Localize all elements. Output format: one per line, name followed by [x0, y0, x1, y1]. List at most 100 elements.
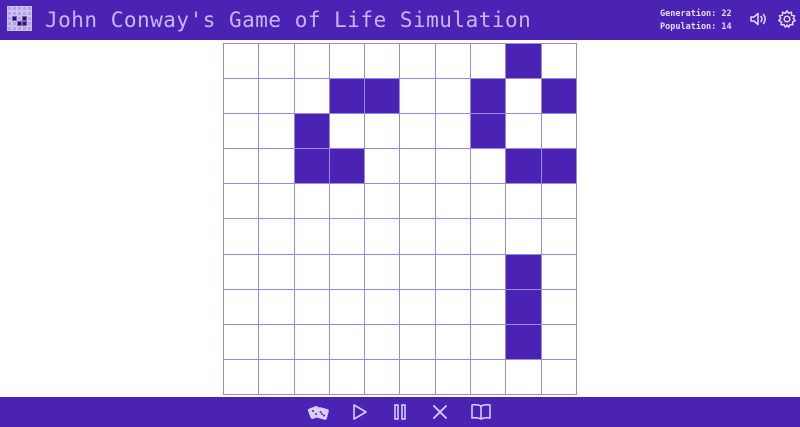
cell-dead[interactable]	[294, 254, 330, 290]
cell-dead[interactable]	[259, 44, 295, 80]
cell-dead[interactable]	[365, 44, 401, 80]
cell-dead[interactable]	[259, 324, 295, 360]
cell-dead[interactable]	[541, 114, 577, 150]
cell-dead[interactable]	[471, 289, 507, 325]
cell-dead[interactable]	[294, 324, 330, 360]
cell-dead[interactable]	[365, 289, 401, 325]
cell-dead[interactable]	[329, 324, 366, 360]
cell-alive[interactable]	[329, 79, 366, 115]
cell-dead[interactable]	[224, 149, 260, 185]
cell-dead[interactable]	[506, 184, 542, 220]
cell-dead[interactable]	[541, 44, 577, 80]
cell-dead[interactable]	[365, 254, 401, 290]
cell-dead[interactable]	[400, 149, 436, 185]
cell-dead[interactable]	[294, 44, 330, 80]
cell-dead[interactable]	[365, 114, 401, 150]
cell-dead[interactable]	[329, 254, 366, 290]
cell-dead[interactable]	[435, 79, 472, 115]
cell-dead[interactable]	[294, 289, 330, 325]
cell-dead[interactable]	[541, 324, 577, 360]
cell-dead[interactable]	[259, 254, 295, 290]
clear-icon[interactable]	[430, 402, 452, 422]
cell-dead[interactable]	[329, 114, 366, 150]
cell-dead[interactable]	[294, 79, 330, 115]
cell-alive[interactable]	[294, 114, 330, 150]
game-board[interactable]	[223, 43, 577, 395]
cell-dead[interactable]	[541, 289, 577, 325]
cell-alive[interactable]	[506, 324, 542, 360]
cell-dead[interactable]	[224, 254, 260, 290]
cell-alive[interactable]	[294, 149, 330, 185]
cell-dead[interactable]	[506, 359, 542, 395]
play-icon[interactable]	[350, 402, 372, 422]
cell-dead[interactable]	[329, 184, 366, 220]
cell-dead[interactable]	[506, 79, 542, 115]
cell-alive[interactable]	[541, 79, 577, 115]
cell-dead[interactable]	[435, 149, 472, 185]
cell-dead[interactable]	[435, 359, 472, 395]
cell-dead[interactable]	[259, 79, 295, 115]
randomize-dice-icon[interactable]	[307, 402, 329, 422]
cell-dead[interactable]	[224, 79, 260, 115]
cell-dead[interactable]	[329, 219, 366, 255]
cell-dead[interactable]	[435, 289, 472, 325]
cell-dead[interactable]	[400, 44, 436, 80]
cell-dead[interactable]	[259, 219, 295, 255]
cell-dead[interactable]	[294, 219, 330, 255]
settings-icon[interactable]	[777, 9, 797, 29]
cell-dead[interactable]	[329, 289, 366, 325]
cell-dead[interactable]	[471, 184, 507, 220]
cell-dead[interactable]	[224, 289, 260, 325]
cell-dead[interactable]	[224, 184, 260, 220]
cell-alive[interactable]	[506, 289, 542, 325]
cell-dead[interactable]	[224, 324, 260, 360]
cell-alive[interactable]	[365, 79, 401, 115]
cell-dead[interactable]	[365, 219, 401, 255]
cell-dead[interactable]	[329, 359, 366, 395]
cell-dead[interactable]	[471, 149, 507, 185]
cell-dead[interactable]	[541, 219, 577, 255]
cell-dead[interactable]	[329, 44, 366, 80]
cell-dead[interactable]	[259, 149, 295, 185]
cell-dead[interactable]	[471, 324, 507, 360]
cell-dead[interactable]	[541, 254, 577, 290]
rules-book-icon[interactable]	[470, 402, 492, 422]
cell-dead[interactable]	[506, 114, 542, 150]
cell-dead[interactable]	[435, 114, 472, 150]
cell-alive[interactable]	[506, 254, 542, 290]
cell-dead[interactable]	[294, 184, 330, 220]
cell-alive[interactable]	[471, 79, 507, 115]
cell-dead[interactable]	[541, 359, 577, 395]
cell-alive[interactable]	[471, 114, 507, 150]
cell-dead[interactable]	[471, 44, 507, 80]
cell-dead[interactable]	[471, 359, 507, 395]
cell-dead[interactable]	[365, 324, 401, 360]
pause-icon[interactable]	[390, 402, 412, 422]
cell-dead[interactable]	[400, 79, 436, 115]
cell-alive[interactable]	[541, 149, 577, 185]
cell-dead[interactable]	[365, 149, 401, 185]
cell-dead[interactable]	[224, 44, 260, 80]
cell-dead[interactable]	[435, 219, 472, 255]
cell-dead[interactable]	[506, 219, 542, 255]
cell-dead[interactable]	[435, 324, 472, 360]
cell-dead[interactable]	[400, 254, 436, 290]
cell-dead[interactable]	[294, 359, 330, 395]
sound-icon[interactable]	[748, 9, 768, 29]
cell-dead[interactable]	[224, 359, 260, 395]
cell-dead[interactable]	[400, 359, 436, 395]
cell-alive[interactable]	[329, 149, 366, 185]
cell-dead[interactable]	[435, 184, 472, 220]
cell-dead[interactable]	[400, 114, 436, 150]
cell-dead[interactable]	[471, 254, 507, 290]
cell-dead[interactable]	[400, 289, 436, 325]
cell-dead[interactable]	[224, 219, 260, 255]
cell-dead[interactable]	[400, 219, 436, 255]
cell-dead[interactable]	[400, 324, 436, 360]
cell-dead[interactable]	[259, 184, 295, 220]
cell-alive[interactable]	[506, 149, 542, 185]
cell-dead[interactable]	[259, 289, 295, 325]
cell-dead[interactable]	[224, 114, 260, 150]
cell-dead[interactable]	[259, 359, 295, 395]
cell-alive[interactable]	[506, 44, 542, 80]
